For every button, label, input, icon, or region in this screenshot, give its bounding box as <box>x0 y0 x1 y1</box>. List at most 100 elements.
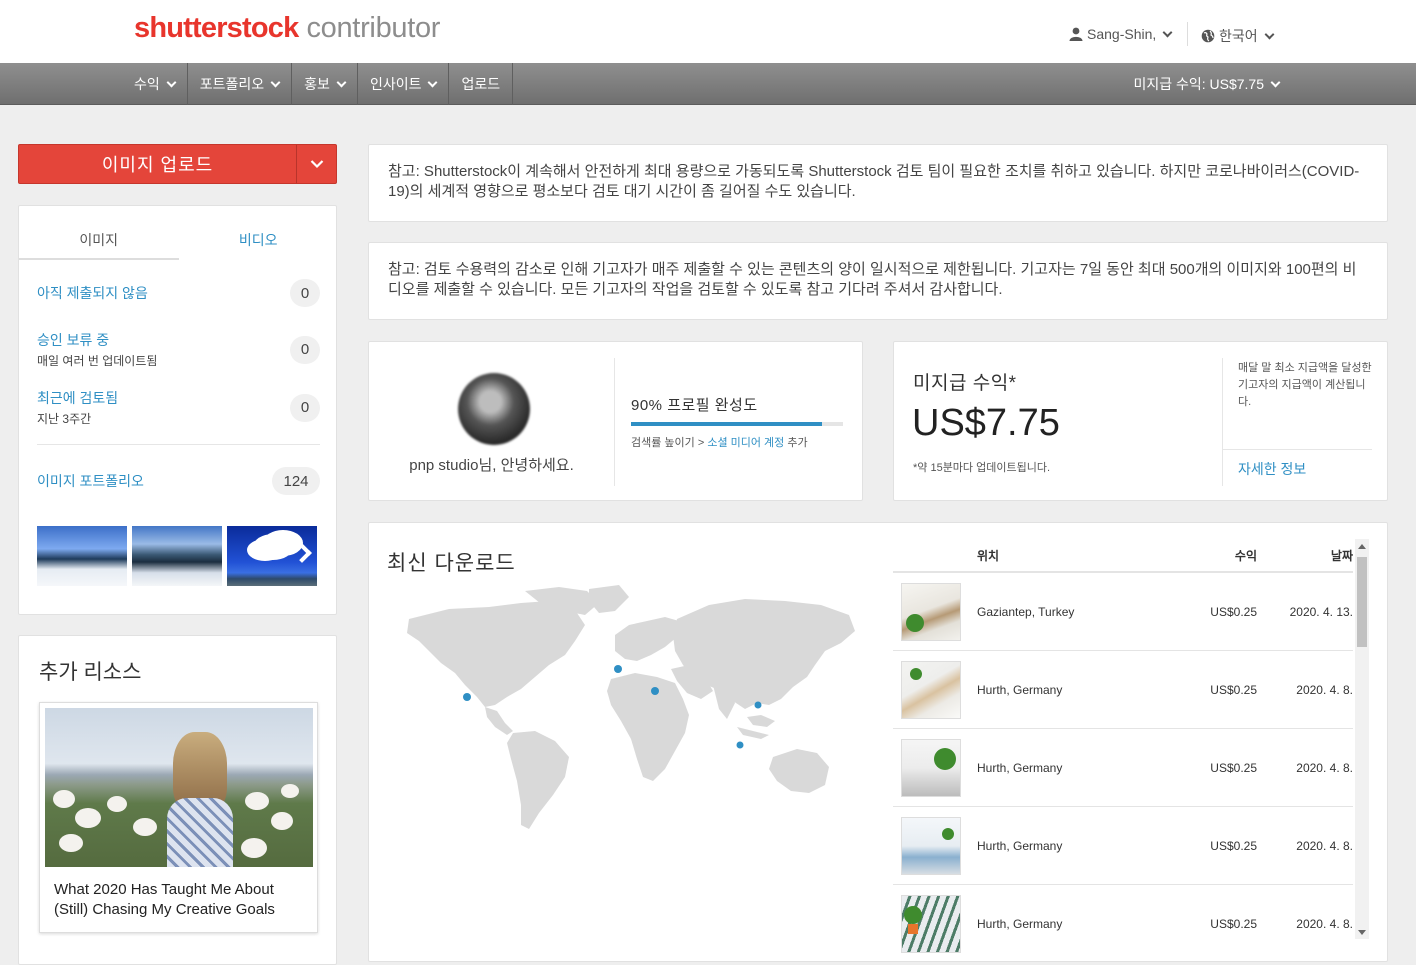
social-media-link[interactable]: 소셜 미디어 계정 <box>707 437 784 449</box>
header-divider <box>1187 22 1188 46</box>
upload-dropdown-toggle[interactable] <box>296 145 336 183</box>
language-label: 한국어 <box>1219 28 1258 44</box>
submission-stats-card: 이미지 비디오 아직 제출되지 않음 0 승인 보류 중 매일 여러 번 업데이… <box>18 205 337 615</box>
chevron-right-icon[interactable] <box>292 543 312 563</box>
stat-link[interactable]: 최근에 검토됨 <box>37 388 118 408</box>
nav-label: 포트폴리오 <box>199 76 265 92</box>
map-location-dot[interactable] <box>736 741 744 749</box>
downloads-scrollbar[interactable] <box>1355 539 1369 939</box>
main-nav: 수익 포트폴리오 홍보 인사이트 업로드 미지급 수익: US$7.75 <box>0 63 1416 105</box>
resources-card: 추가 리소스 What 2020 Has Taught Me About (St… <box>18 635 337 965</box>
plant-shape <box>942 827 954 840</box>
user-menu[interactable]: Sang-Shin, <box>1069 26 1173 42</box>
row-date: 2020. 4. 8. <box>1296 760 1353 775</box>
globe-icon <box>1201 29 1215 43</box>
notice-review-delay: 참고: Shutterstock이 계속해서 안전하게 최대 용량으로 가동되도… <box>368 144 1388 222</box>
count-badge: 0 <box>290 279 320 307</box>
plant-shape <box>934 747 956 770</box>
portfolio-link[interactable]: 이미지 포트폴리오 <box>37 471 144 491</box>
nav-promote[interactable]: 홍보 <box>292 63 358 105</box>
stat-link[interactable]: 아직 제출되지 않음 <box>37 283 148 303</box>
divider <box>1222 449 1372 450</box>
row-location: Hurth, Germany <box>977 682 1063 697</box>
world-map <box>407 585 855 829</box>
count-badge: 124 <box>272 467 320 495</box>
table-row[interactable]: Gaziantep, Turkey US$0.25 2020. 4. 13. <box>893 573 1353 651</box>
resources-title: 추가 리소스 <box>39 661 142 684</box>
row-location: Hurth, Germany <box>977 838 1063 853</box>
row-location: Hurth, Germany <box>977 916 1063 931</box>
greeting: pnp studio님, 안녕하세요. <box>409 457 574 474</box>
count-badge: 0 <box>290 335 320 364</box>
portfolio-thumbnail[interactable] <box>132 526 222 586</box>
col-location[interactable]: 위치 <box>977 547 1147 564</box>
col-earnings[interactable]: 수익 <box>1147 547 1257 564</box>
row-earnings: US$0.25 <box>1210 760 1257 775</box>
stat-link[interactable]: 승인 보류 중 <box>37 330 157 350</box>
map-location-dot[interactable] <box>614 665 622 673</box>
divider <box>1222 358 1223 486</box>
user-name: Sang-Shin, <box>1087 26 1157 42</box>
download-thumbnail[interactable] <box>901 816 961 875</box>
tab-images[interactable]: 이미지 <box>19 220 179 260</box>
nav-portfolio[interactable]: 포트폴리오 <box>188 63 293 105</box>
cloud-shape <box>253 534 293 560</box>
plant-shape <box>910 667 922 680</box>
nav-unpaid-earnings[interactable]: 미지급 수익: US$7.75 <box>1133 63 1281 105</box>
row-earnings: US$0.25 <box>1210 916 1257 931</box>
tab-videos[interactable]: 비디오 <box>179 220 339 260</box>
nav-label: 홍보 <box>304 76 330 92</box>
nav-insights[interactable]: 인사이트 <box>358 63 450 105</box>
stat-recently-reviewed: 최근에 검토됨 지난 3주간 0 <box>37 388 320 427</box>
nav-upload[interactable]: 업로드 <box>449 63 514 105</box>
downloads-title: 최신 다운로드 <box>387 552 516 575</box>
nav-label: 수익 <box>134 76 160 92</box>
download-thumbnail[interactable] <box>901 894 961 953</box>
earnings-label: 미지급 수익* <box>913 373 1017 394</box>
nav-earnings[interactable]: 수익 <box>122 63 188 105</box>
download-thumbnail[interactable] <box>901 738 961 797</box>
logo-brand: shutterstock <box>134 12 299 44</box>
chevron-down-icon <box>166 77 177 87</box>
plant-shape <box>906 613 924 632</box>
stat-portfolio: 이미지 포트폴리오 124 <box>37 467 320 495</box>
nav-label: 업로드 <box>461 76 501 92</box>
top-header: shutterstock contributor Sang-Shin, 한국어 <box>0 0 1416 63</box>
table-row[interactable]: Hurth, Germany US$0.25 2020. 4. 8. <box>893 729 1353 807</box>
profile-completion-label: 90% 프로필 완성도 <box>631 397 758 414</box>
download-thumbnail[interactable] <box>901 660 961 719</box>
chevron-down-icon <box>336 77 347 87</box>
download-thumbnail[interactable] <box>901 582 961 641</box>
portfolio-thumbnail[interactable] <box>37 526 127 586</box>
scroll-thumb[interactable] <box>1357 557 1367 647</box>
nav-label: 인사이트 <box>369 76 422 92</box>
language-menu[interactable]: 한국어 <box>1201 26 1275 46</box>
downloads-table: 위치 수익 날짜 Gaziantep, Turkey US$0.25 2020.… <box>893 539 1353 959</box>
portfolio-thumbnails <box>37 526 317 586</box>
col-date[interactable]: 날짜 <box>1257 547 1353 564</box>
map-location-dot[interactable] <box>754 701 762 709</box>
table-row[interactable]: Hurth, Germany US$0.25 2020. 4. 8. <box>893 807 1353 885</box>
logo-sub: contributor <box>306 12 441 44</box>
upload-images-button[interactable]: 이미지 업로드 <box>18 144 337 184</box>
map-location-dot[interactable] <box>463 693 471 701</box>
chevron-down-icon <box>428 77 438 87</box>
row-date: 2020. 4. 8. <box>1296 916 1353 931</box>
notice-submission-limit: 참고: 검토 수용력의 감소로 인해 기고자가 매주 제출할 수 있는 콘텐츠의… <box>368 242 1388 320</box>
resource-post-title: What 2020 Has Taught Me About (Still) Ch… <box>54 881 275 918</box>
shutterstock-logo[interactable]: shutterstock contributor <box>134 12 440 48</box>
resource-post[interactable]: What 2020 Has Taught Me About (Still) Ch… <box>39 702 318 933</box>
earnings-more-info-link[interactable]: 자세한 정보 <box>1238 459 1306 479</box>
hint-prefix: 검색률 높이기 > <box>631 437 705 449</box>
earnings-note: *약 15분마다 업데이트됩니다. <box>913 462 1051 474</box>
map-location-dot[interactable] <box>651 687 659 695</box>
scroll-down-icon[interactable] <box>1358 930 1366 935</box>
avatar[interactable] <box>458 373 530 445</box>
stat-pending: 승인 보류 중 매일 여러 번 업데이트됨 0 <box>37 330 320 369</box>
row-earnings: US$0.25 <box>1210 838 1257 853</box>
table-row[interactable]: Hurth, Germany US$0.25 2020. 4. 8. <box>893 885 1353 959</box>
count-badge: 0 <box>290 393 320 422</box>
portfolio-thumbnail[interactable] <box>227 526 317 586</box>
table-row[interactable]: Hurth, Germany US$0.25 2020. 4. 8. <box>893 651 1353 729</box>
scroll-up-icon[interactable] <box>1358 544 1366 549</box>
